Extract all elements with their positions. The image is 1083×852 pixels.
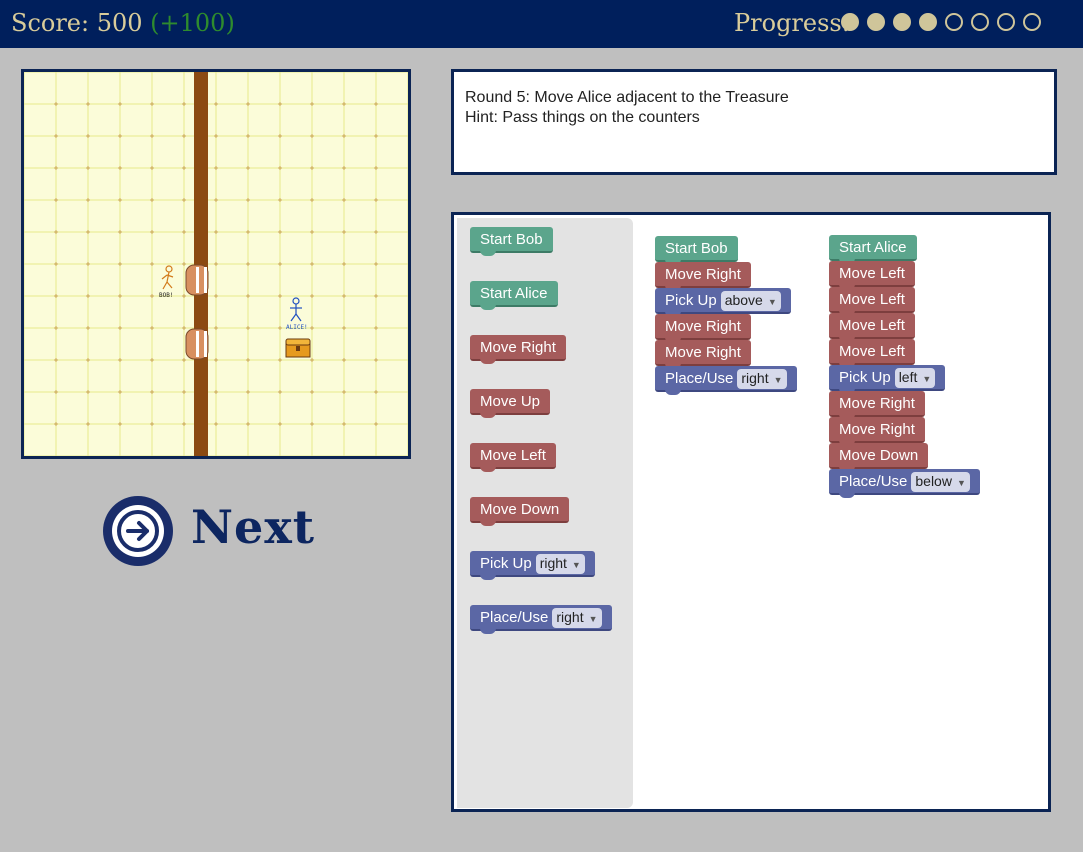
bob-step-block[interactable]: Move Right [655, 262, 751, 291]
bob-step-block[interactable]: Move Right [655, 340, 751, 369]
round-hint: Hint: Pass things on the counters [465, 109, 700, 126]
alice-step-block[interactable]: Move Down [829, 443, 929, 472]
progress-dot [841, 13, 859, 31]
arrow-right-circle-icon [103, 496, 173, 566]
progress-dot [893, 13, 911, 31]
toolbox-place-use-block[interactable]: Place/Use right ▼ [470, 605, 612, 634]
progress-dot [997, 13, 1015, 31]
block-label: Place/Use [480, 609, 549, 626]
block-label: Place/Use [665, 370, 734, 387]
direction-dropdown[interactable]: right ▼ [552, 608, 602, 629]
direction-dropdown[interactable]: below ▼ [911, 472, 970, 493]
bob-figure-icon [161, 265, 174, 290]
alice-step-block[interactable]: Move Left [829, 313, 915, 342]
progress-dot [945, 13, 963, 31]
treasure-chest-icon [285, 338, 311, 358]
progress-dots [841, 13, 1041, 31]
alice-step-block[interactable]: Place/Use below ▼ [829, 469, 980, 498]
bob-label: BOB! [159, 292, 173, 299]
counter [185, 328, 209, 360]
progress-label: Progress: [734, 9, 850, 37]
block-label: Pick Up [480, 555, 532, 572]
progress-dot [1023, 13, 1041, 31]
direction-dropdown[interactable]: right ▼ [535, 554, 585, 575]
bob-step-block[interactable]: Pick Up above ▼ [655, 288, 791, 317]
alice-step-block[interactable]: Pick Up left ▼ [829, 365, 946, 394]
toolbox-move-down-block[interactable]: Move Down [470, 497, 570, 526]
direction-dropdown[interactable]: above ▼ [720, 291, 781, 312]
alice-step-block[interactable]: Move Right [829, 391, 925, 420]
toolbox-move-right-block[interactable]: Move Right [470, 335, 566, 364]
board-grid: BOB! ALICE! [24, 72, 408, 456]
direction-dropdown[interactable]: right ▼ [737, 369, 787, 390]
score-bonus: (+100) [150, 9, 235, 37]
bob-step-block[interactable]: Place/Use right ▼ [655, 366, 797, 395]
round-instruction: Round 5: Move Alice adjacent to the Trea… [465, 89, 789, 106]
block-label: Place/Use [839, 473, 908, 490]
alice-step-block[interactable]: Move Left [829, 287, 915, 316]
top-bar: Score: 500 (+100) Progress: [0, 0, 1083, 48]
toolbox-start-alice-block[interactable]: Start Alice [470, 281, 558, 310]
next-button[interactable]: Next [103, 496, 318, 566]
score-display: Score: 500 (+100) [11, 9, 235, 37]
instructions-panel: Round 5: Move Alice adjacent to the Trea… [451, 69, 1057, 175]
toolbox-start-bob-block[interactable]: Start Bob [470, 227, 553, 256]
score-label: Score: 500 [11, 9, 143, 37]
block-label: Pick Up [665, 292, 717, 309]
alice-step-block[interactable]: Move Left [829, 339, 915, 368]
toolbox-move-up-block[interactable]: Move Up [470, 389, 551, 418]
toolbox-move-left-block[interactable]: Move Left [470, 443, 556, 472]
progress-dot [867, 13, 885, 31]
wall-divider [194, 72, 208, 456]
alice-start-block[interactable]: Start Alice [829, 235, 917, 264]
bob-step-block[interactable]: Move Right [655, 314, 751, 343]
counter [185, 264, 209, 296]
next-label: Next [191, 500, 315, 554]
bob-start-block[interactable]: Start Bob [655, 236, 738, 265]
alice-step-block[interactable]: Move Right [829, 417, 925, 446]
toolbox-pick-up-block[interactable]: Pick Up right ▼ [470, 551, 595, 580]
code-workspace[interactable]: Start Bob Start Alice Move Right Move Up… [451, 212, 1051, 812]
game-board: BOB! ALICE! [21, 69, 411, 459]
alice-figure-icon [290, 297, 302, 322]
alice-label: ALICE! [286, 324, 308, 331]
progress-dot [971, 13, 989, 31]
block-label: Pick Up [839, 369, 891, 386]
alice-step-block[interactable]: Move Left [829, 261, 915, 290]
direction-dropdown[interactable]: left ▼ [894, 368, 936, 389]
progress-dot [919, 13, 937, 31]
